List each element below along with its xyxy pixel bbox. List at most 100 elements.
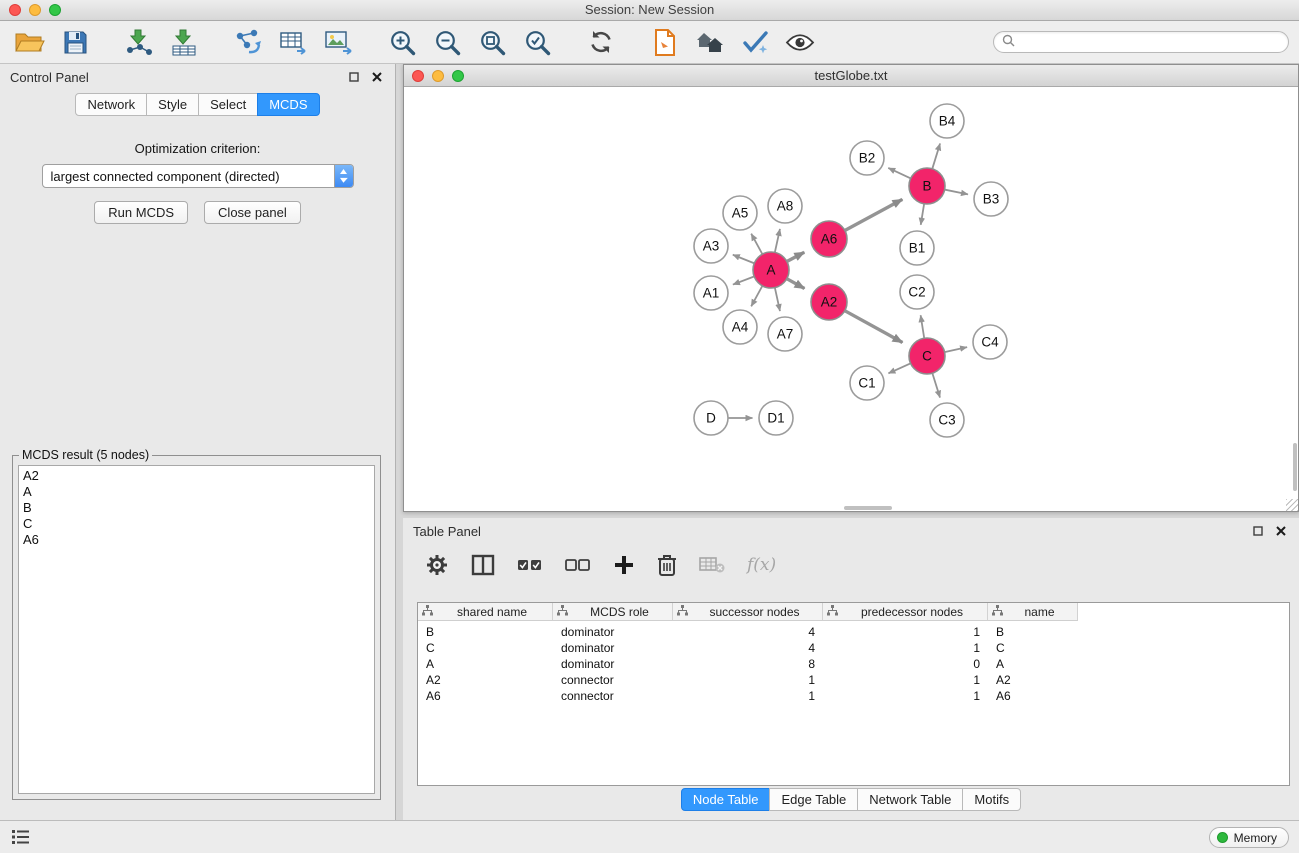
first-neighbors-icon[interactable] xyxy=(647,24,683,60)
import-network-icon[interactable] xyxy=(121,24,157,60)
table-row[interactable]: A2connector11A2 xyxy=(418,672,1289,688)
graph-edge-A2-C[interactable] xyxy=(845,311,902,343)
graph-node-B3[interactable]: B3 xyxy=(974,182,1008,216)
table-cell[interactable]: B xyxy=(418,625,553,639)
graph-edge-A-A4[interactable] xyxy=(751,286,762,306)
export-image-icon[interactable] xyxy=(320,24,356,60)
graph-node-A7[interactable]: A7 xyxy=(768,317,802,351)
export-table-icon[interactable] xyxy=(275,24,311,60)
table-cell[interactable]: 1 xyxy=(823,641,988,655)
table-tab-network-table[interactable]: Network Table xyxy=(857,788,963,811)
network-minimize-button[interactable] xyxy=(432,70,444,82)
graph-edge-B-B3[interactable] xyxy=(945,190,968,195)
close-window-button[interactable] xyxy=(9,4,21,16)
tab-style[interactable]: Style xyxy=(146,93,199,116)
table-cell[interactable]: connector xyxy=(553,673,673,687)
graph-edge-A-A6[interactable] xyxy=(787,252,804,261)
close-panel-icon[interactable] xyxy=(369,69,385,85)
zoom-in-icon[interactable] xyxy=(384,24,420,60)
graph-node-D1[interactable]: D1 xyxy=(759,401,793,435)
deselect-all-rows-icon[interactable] xyxy=(565,556,591,574)
graph-node-B1[interactable]: B1 xyxy=(900,231,934,265)
table-cell[interactable]: C xyxy=(418,641,553,655)
graph-edge-A-A2[interactable] xyxy=(787,279,804,289)
network-close-button[interactable] xyxy=(412,70,424,82)
mcds-result-list[interactable]: A2ABCA6 xyxy=(18,465,375,794)
table-cell[interactable]: A2 xyxy=(418,673,553,687)
table-cell[interactable]: dominator xyxy=(553,657,673,671)
search-box[interactable] xyxy=(993,31,1289,53)
table-row[interactable]: Bdominator41B xyxy=(418,624,1289,640)
search-input[interactable] xyxy=(1020,33,1288,51)
graph-edge-C-C3[interactable] xyxy=(933,374,940,398)
table-cell[interactable]: connector xyxy=(553,689,673,703)
zoom-selected-icon[interactable] xyxy=(519,24,555,60)
network-canvas[interactable]: B4B2BB3A5A8A6B1A3AC2A1A2A4A7C4CC1C3DD1 xyxy=(404,88,1298,511)
tab-select[interactable]: Select xyxy=(198,93,258,116)
mcds-result-item[interactable]: B xyxy=(23,500,374,516)
graph-node-A8[interactable]: A8 xyxy=(768,189,802,223)
zoom-window-button[interactable] xyxy=(49,4,61,16)
table-cell[interactable]: A xyxy=(418,657,553,671)
graph-node-C4[interactable]: C4 xyxy=(973,325,1007,359)
table-cell[interactable]: A6 xyxy=(988,689,1078,703)
graph-edge-B-B2[interactable] xyxy=(888,168,910,178)
column-header-successor-nodes[interactable]: successor nodes xyxy=(673,603,823,621)
memory-button[interactable]: Memory xyxy=(1209,827,1289,848)
graph-node-C1[interactable]: C1 xyxy=(850,366,884,400)
table-cell[interactable]: B xyxy=(988,625,1078,639)
graph-node-A1[interactable]: A1 xyxy=(694,276,728,310)
resize-grip-icon[interactable] xyxy=(1286,499,1298,511)
open-session-icon[interactable] xyxy=(12,24,48,60)
select-all-rows-icon[interactable] xyxy=(517,556,543,574)
graph-edge-A-A8[interactable] xyxy=(775,229,780,252)
table-cell[interactable]: 4 xyxy=(673,625,823,639)
float-panel-icon[interactable] xyxy=(346,69,362,85)
graph-edge-C-C2[interactable] xyxy=(921,315,925,338)
graph-node-C2[interactable]: C2 xyxy=(900,275,934,309)
apply-style-icon[interactable] xyxy=(737,24,773,60)
mcds-result-item[interactable]: A6 xyxy=(23,532,374,548)
graph-node-D[interactable]: D xyxy=(694,401,728,435)
column-header-predecessor-nodes[interactable]: predecessor nodes xyxy=(823,603,988,621)
tab-mcds[interactable]: MCDS xyxy=(257,93,319,116)
table-cell[interactable]: dominator xyxy=(553,641,673,655)
table-cell[interactable]: 1 xyxy=(673,673,823,687)
graph-edge-B-B1[interactable] xyxy=(921,204,924,225)
mcds-result-item[interactable]: A xyxy=(23,484,374,500)
close-panel-button[interactable]: Close panel xyxy=(204,201,301,224)
table-cell[interactable]: 1 xyxy=(823,625,988,639)
delete-columns-icon[interactable] xyxy=(657,553,677,577)
column-header-shared-name[interactable]: shared name xyxy=(418,603,553,621)
float-table-panel-icon[interactable] xyxy=(1250,523,1266,539)
graph-node-C[interactable]: C xyxy=(909,338,945,374)
table-cell[interactable]: A xyxy=(988,657,1078,671)
mcds-result-item[interactable]: C xyxy=(23,516,374,532)
import-table-icon[interactable] xyxy=(166,24,202,60)
table-cell[interactable]: 8 xyxy=(673,657,823,671)
graph-node-B4[interactable]: B4 xyxy=(930,104,964,138)
graph-node-B2[interactable]: B2 xyxy=(850,141,884,175)
save-session-icon[interactable] xyxy=(57,24,93,60)
table-cell[interactable]: 0 xyxy=(823,657,988,671)
zoom-out-icon[interactable] xyxy=(429,24,465,60)
table-cell[interactable]: 1 xyxy=(823,689,988,703)
graph-node-A3[interactable]: A3 xyxy=(694,229,728,263)
table-cell[interactable]: 4 xyxy=(673,641,823,655)
table-cell[interactable]: C xyxy=(988,641,1078,655)
table-cell[interactable]: A6 xyxy=(418,689,553,703)
column-header-name[interactable]: name xyxy=(988,603,1078,621)
table-cell[interactable]: 1 xyxy=(673,689,823,703)
criterion-dropdown[interactable]: largest connected component (directed) xyxy=(42,164,354,188)
column-header-mcds-role[interactable]: MCDS role xyxy=(553,603,673,621)
graph-node-A4[interactable]: A4 xyxy=(723,310,757,344)
table-cell[interactable]: A2 xyxy=(988,673,1078,687)
graph-node-C3[interactable]: C3 xyxy=(930,403,964,437)
task-history-icon[interactable] xyxy=(12,830,30,847)
run-mcds-button[interactable]: Run MCDS xyxy=(94,201,188,224)
refresh-icon[interactable] xyxy=(583,24,619,60)
graph-edge-A-A1[interactable] xyxy=(733,277,754,285)
table-row[interactable]: Adominator80A xyxy=(418,656,1289,672)
graph-edge-C-C4[interactable] xyxy=(945,347,967,352)
tab-network[interactable]: Network xyxy=(75,93,147,116)
